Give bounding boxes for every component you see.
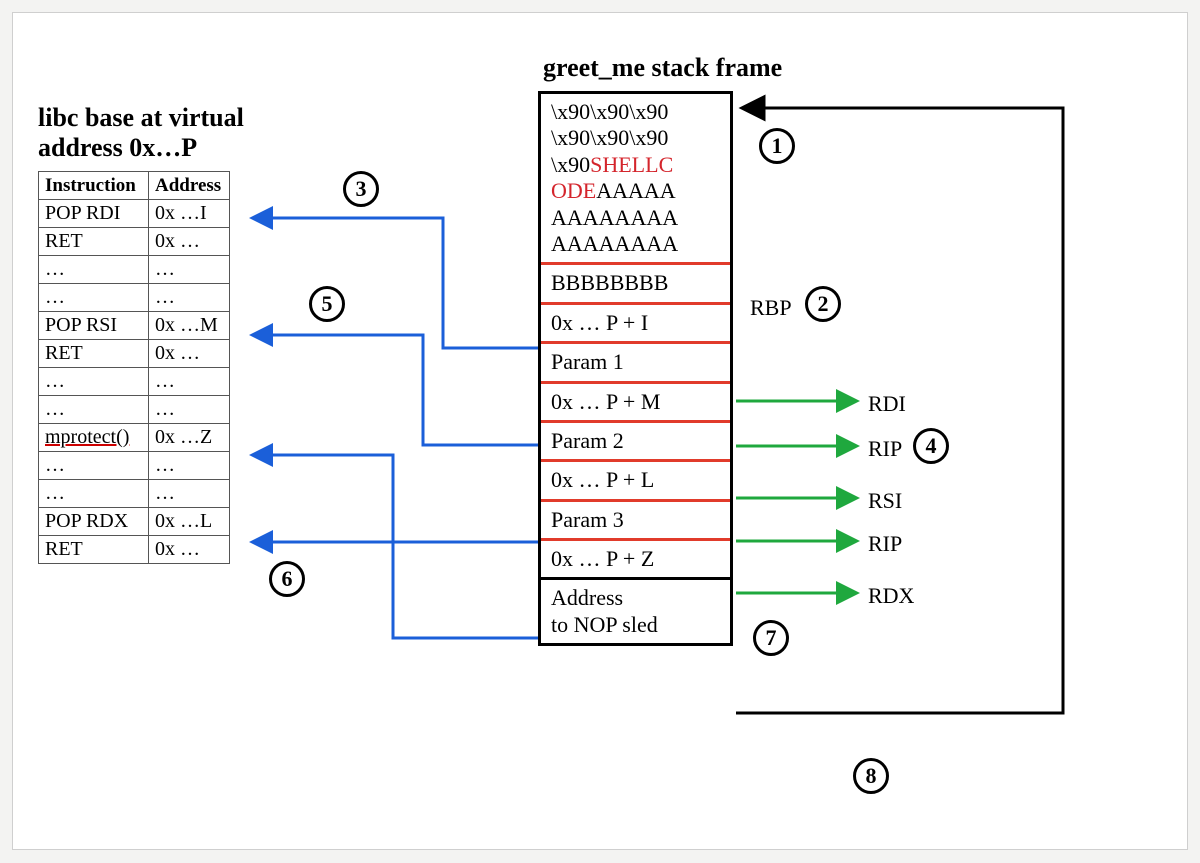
addr-cell: … [149, 368, 230, 396]
addr-cell: … [149, 480, 230, 508]
instr-cell: POP RDI [39, 200, 149, 228]
step-badge-5: 5 [309, 286, 345, 322]
table-row: POP RSI0x …M [39, 312, 230, 340]
step-badge-4: 4 [913, 428, 949, 464]
addr-cell: 0x … [149, 340, 230, 368]
table-row: POP RDX0x …L [39, 508, 230, 536]
table-row: mprotect() 0x …Z [39, 424, 230, 452]
table-row: RET0x … [39, 228, 230, 256]
instr-cell: … [39, 480, 149, 508]
addr-cell: 0x …M [149, 312, 230, 340]
nop-line: \x90\x90\x90 [551, 99, 668, 124]
addr-cell: 0x …L [149, 508, 230, 536]
reg-label-rsi: RSI [868, 488, 902, 514]
step-badge-1: 1 [759, 128, 795, 164]
table-row: …… [39, 256, 230, 284]
addr-cell: 0x …Z [149, 424, 230, 452]
instr-cell: … [39, 368, 149, 396]
col-header-address: Address [149, 172, 230, 200]
step-badge-7: 7 [753, 620, 789, 656]
instr-cell: POP RSI [39, 312, 149, 340]
stack-gadget3-addr: 0x … P + L [541, 459, 730, 498]
instr-cell: POP RDX [39, 508, 149, 536]
padding-a: AAAAAAAA [551, 205, 678, 230]
addr-cell: … [149, 452, 230, 480]
libc-title-line2: address 0x…P [38, 133, 197, 162]
step-badge-2: 2 [805, 286, 841, 322]
instr-cell: RET [39, 340, 149, 368]
table-row: …… [39, 368, 230, 396]
reg-label-rbp: RBP [750, 295, 792, 321]
nop-prefix: \x90 [551, 152, 590, 177]
instr-cell: … [39, 256, 149, 284]
table-row: …… [39, 480, 230, 508]
step-badge-8: 8 [853, 758, 889, 794]
table-row: POP RDI0x …I [39, 200, 230, 228]
table-row: RET0x … [39, 536, 230, 564]
col-header-instruction: Instruction [39, 172, 149, 200]
nop-line: \x90\x90\x90 [551, 125, 668, 150]
addr-cell: … [149, 396, 230, 424]
diagram-canvas: libc base at virtual address 0x…P Instru… [12, 12, 1188, 850]
step-badge-3: 3 [343, 171, 379, 207]
addr-cell: 0x … [149, 228, 230, 256]
table-header-row: Instruction Address [39, 172, 230, 200]
stack-nopsled-addr: Address to NOP sled [541, 577, 730, 643]
instr-cell: … [39, 284, 149, 312]
shellcode-part2: ODE [551, 178, 596, 203]
instr-cell: … [39, 396, 149, 424]
stack-rbp: BBBBBBBB [541, 262, 730, 301]
instr-cell: RET [39, 536, 149, 564]
instr-cell: mprotect() [39, 424, 149, 452]
addr-cell: 0x … [149, 536, 230, 564]
table-row: …… [39, 452, 230, 480]
step-badge-6: 6 [269, 561, 305, 597]
addr-cell: … [149, 284, 230, 312]
stack-gadget2-addr: 0x … P + M [541, 381, 730, 420]
stack-param1: Param 1 [541, 341, 730, 380]
table-row: …… [39, 284, 230, 312]
instr-cell: RET [39, 228, 149, 256]
libc-gadget-table: Instruction Address POP RDI0x …I RET0x …… [38, 171, 230, 564]
libc-title-line1: libc base at virtual [38, 103, 244, 132]
addr-cell: 0x …I [149, 200, 230, 228]
stack-ret-addr: 0x … P + I [541, 302, 730, 341]
padding-a: AAAAAAAA [551, 231, 678, 256]
nopsled-addr-line2: to NOP sled [551, 612, 658, 637]
stack-param3: Param 3 [541, 499, 730, 538]
reg-label-rdx: RDX [868, 583, 914, 609]
table-row: RET0x … [39, 340, 230, 368]
reg-label-rip: RIP [868, 531, 902, 557]
instr-cell: … [39, 452, 149, 480]
reg-label-rdi: RDI [868, 391, 906, 417]
nopsled-addr-line1: Address [551, 585, 623, 610]
table-row: …… [39, 396, 230, 424]
mprotect-label: mprotect() [45, 426, 129, 448]
stack-param2: Param 2 [541, 420, 730, 459]
stack-frame: \x90\x90\x90 \x90\x90\x90 \x90SHELLC ODE… [538, 91, 733, 646]
padding-a: AAAAA [596, 178, 675, 203]
stack-buffer: \x90\x90\x90 \x90\x90\x90 \x90SHELLC ODE… [541, 94, 730, 262]
stack-mprotect-addr: 0x … P + Z [541, 538, 730, 577]
shellcode-part1: SHELLC [590, 152, 673, 177]
libc-title: libc base at virtual address 0x…P [38, 103, 244, 163]
reg-label-rip: RIP [868, 436, 902, 462]
addr-cell: … [149, 256, 230, 284]
stack-frame-title: greet_me stack frame [543, 53, 782, 83]
